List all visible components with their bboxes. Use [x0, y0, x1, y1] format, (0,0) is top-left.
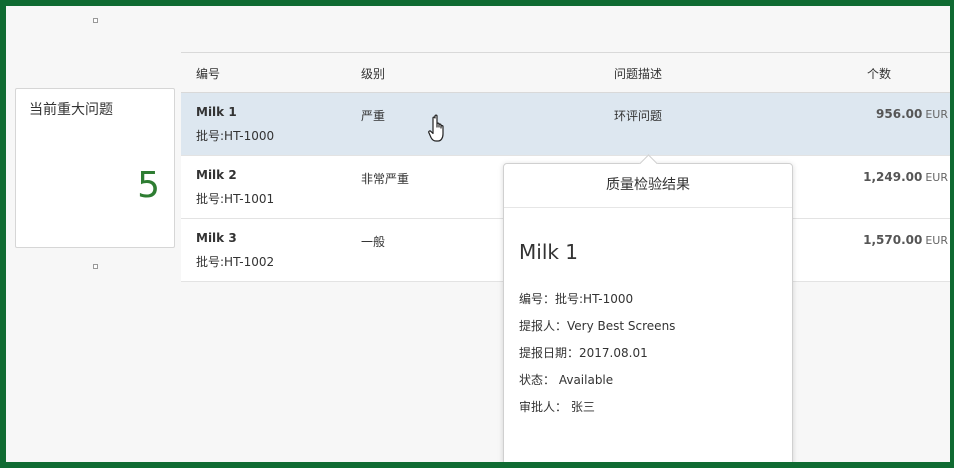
field-value: Very Best Screens: [567, 319, 676, 333]
major-issues-tile[interactable]: 当前重大问题 5: [15, 88, 175, 248]
popover-field-reporter: 提报人：Very Best Screens: [519, 317, 675, 334]
row-amount-value: 1,570.00: [863, 233, 923, 247]
row-description: 环评问题: [614, 109, 663, 123]
table-row[interactable]: Milk 1 批号:HT-1000 严重 环评问题 956.00 EUR: [181, 93, 950, 156]
tile-value: 5: [137, 165, 160, 206]
popover-field-status: 状态： Available: [519, 371, 613, 388]
field-value: Available: [555, 373, 614, 387]
column-header-count[interactable]: 个数: [867, 65, 891, 82]
row-product-name: Milk 2: [196, 168, 237, 182]
row-amount: 1,249.00 EUR: [863, 170, 948, 184]
field-value: 张三: [567, 400, 595, 414]
field-label: 编号：: [519, 292, 556, 306]
row-batch-number: 批号:HT-1002: [196, 255, 275, 269]
row-amount-value: 956.00: [876, 107, 923, 121]
row-level: 严重: [361, 109, 386, 123]
row-product-name: Milk 1: [196, 105, 237, 119]
tile-drag-handle-top[interactable]: [93, 18, 98, 23]
row-product-name: Milk 3: [196, 231, 237, 245]
field-value: 2017.08.01: [579, 346, 648, 360]
row-batch-number: 批号:HT-1001: [196, 192, 275, 206]
tile-drag-handle-bottom[interactable]: [93, 264, 98, 269]
popover-field-approver: 审批人： 张三: [519, 398, 595, 415]
row-amount-currency: EUR: [925, 108, 948, 121]
field-label: 审批人：: [519, 400, 568, 414]
tile-title: 当前重大问题: [29, 102, 113, 118]
app-frame: 当前重大问题 5 编号 级别 问题描述 个数 Milk 1 批号:HT-1000…: [0, 0, 954, 468]
row-amount: 1,570.00 EUR: [863, 233, 948, 247]
row-amount: 956.00 EUR: [876, 107, 948, 121]
column-header-level[interactable]: 级别: [361, 65, 385, 82]
quality-inspection-popover: 质量检验结果 Milk 1 编号：批号:HT-1000 提报人：Very Bes…: [503, 154, 793, 462]
row-amount-value: 1,249.00: [863, 170, 923, 184]
hand-pointer-icon: [428, 114, 444, 142]
column-header-description[interactable]: 问题描述: [614, 65, 662, 82]
row-amount-currency: EUR: [925, 234, 948, 247]
popover-field-report-date: 提报日期：2017.08.01: [519, 344, 648, 361]
popover-title: Milk 1: [519, 240, 579, 264]
field-label: 提报日期：: [519, 346, 580, 360]
field-value: 批号:HT-1000: [555, 292, 634, 306]
field-label: 提报人：: [519, 319, 568, 333]
field-label: 状态：: [519, 373, 556, 387]
table-header: 编号 级别 问题描述 个数: [181, 52, 950, 93]
popover-field-id: 编号：批号:HT-1000: [519, 290, 633, 307]
column-header-id[interactable]: 编号: [196, 65, 220, 82]
row-batch-number: 批号:HT-1000: [196, 129, 275, 143]
popover-header: 质量检验结果: [504, 164, 792, 208]
row-level: 一般: [361, 235, 386, 249]
row-amount-currency: EUR: [925, 171, 948, 184]
row-level: 非常严重: [361, 172, 410, 186]
